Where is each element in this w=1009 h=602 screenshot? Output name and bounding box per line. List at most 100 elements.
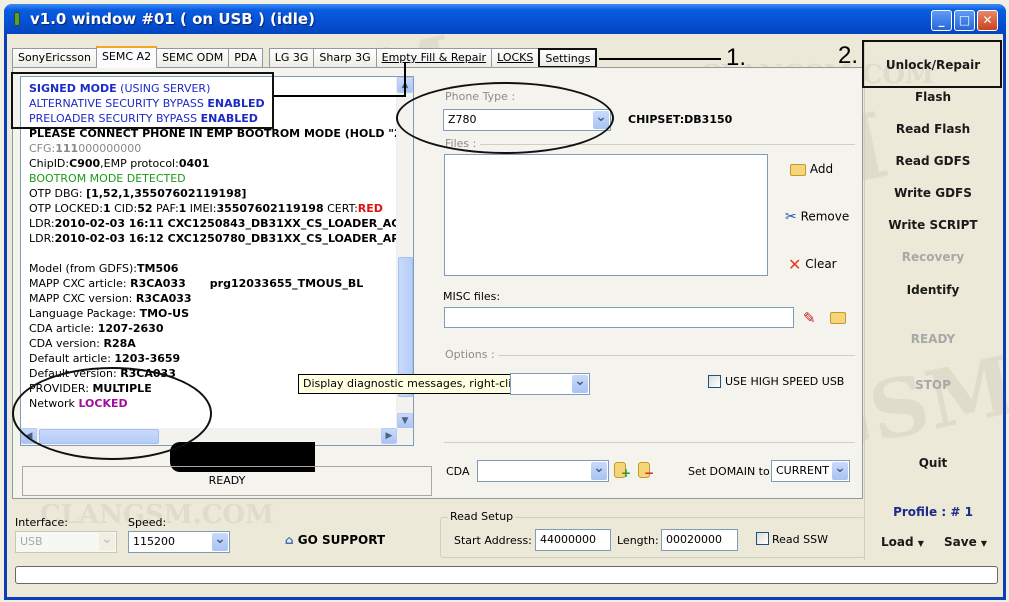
interface-value: USB: [20, 535, 43, 548]
chevron-down-icon[interactable]: [591, 462, 607, 480]
chipset-label: CHIPSET:DB3150: [628, 113, 733, 126]
stop-button[interactable]: STOP: [865, 378, 1001, 392]
scroll-down-button[interactable]: ▼: [397, 413, 413, 429]
log-text: CDA article:: [29, 322, 98, 335]
log-text: 0401: [178, 157, 210, 170]
tab-semc-a2[interactable]: SEMC A2: [95, 46, 158, 68]
log-text: prg12033655_TMOUS_BL: [209, 277, 364, 290]
maximize-button[interactable]: □: [954, 10, 975, 31]
log-text: 2010-02-03 16:11 CXC1250843_DB31XX_CS_LO…: [54, 217, 408, 230]
window-title: v1.0 window #01 ( on USB ) (idle): [30, 10, 315, 28]
highlight-box: [11, 72, 274, 129]
log-text: Model (from GDFS):: [29, 262, 138, 275]
interface-label: Interface:: [15, 516, 68, 529]
clear-label: Clear: [805, 257, 837, 271]
pencil-icon[interactable]: ✎: [803, 309, 816, 327]
home-icon: ⌂: [285, 533, 294, 547]
write-gdfs-button[interactable]: Write GDFS: [865, 186, 1001, 200]
log-text: 52: [137, 202, 153, 215]
start-address-input[interactable]: 44000000: [535, 529, 611, 551]
log-text: 000000000: [78, 142, 142, 155]
log-text: 111: [55, 142, 79, 155]
high-speed-usb-label: USE HIGH SPEED USB: [725, 375, 845, 388]
log-text: R28A: [103, 337, 136, 350]
log-text: ChipID:: [29, 157, 70, 170]
high-speed-usb-checkbox[interactable]: [708, 375, 721, 388]
log-text: TMO-US: [139, 307, 190, 320]
minimize-button[interactable]: _: [931, 10, 952, 31]
log-text: 1203-3659: [114, 352, 181, 365]
log-text: 2010-02-03 16:12 CXC1250780_DB31XX_CS_LO…: [54, 232, 408, 245]
cda-select[interactable]: [477, 460, 609, 482]
dropdown-arrow-icon: ▼: [917, 539, 924, 548]
log-text: TM506: [137, 262, 179, 275]
options-select[interactable]: [510, 373, 590, 395]
tab-sharp-3g[interactable]: Sharp 3G: [313, 48, 377, 68]
remove-cda-icon[interactable]: −: [638, 462, 654, 480]
log-text: [1,52,1,35507602119198]: [86, 187, 247, 200]
tab-settings[interactable]: Settings: [538, 48, 598, 68]
clear-files-button[interactable]: ✕ Clear: [788, 255, 837, 274]
chevron-down-icon[interactable]: [572, 375, 588, 393]
read-ssw-label: Read SSW: [772, 533, 828, 546]
log-text: 35507602119198: [216, 202, 324, 215]
annotation-label-1: 1.: [726, 44, 747, 71]
annotation-line: [404, 62, 406, 96]
dropdown-arrow-icon: ▼: [980, 539, 988, 548]
load-label: Load: [881, 535, 914, 549]
log-text: Language Package:: [29, 307, 140, 320]
tab-sonyericsson[interactable]: SonyEricsson: [12, 48, 97, 68]
annotation-line: [274, 95, 406, 97]
flash-button[interactable]: Flash: [865, 90, 1001, 104]
close-button[interactable]: ✕: [977, 10, 998, 31]
misc-files-input[interactable]: [444, 307, 794, 328]
add-cda-icon[interactable]: +: [614, 462, 631, 480]
tab-empty-fill-repair[interactable]: Empty Fill & Repair: [375, 48, 493, 68]
chevron-down-icon[interactable]: [99, 533, 115, 551]
set-domain-select[interactable]: CURRENT: [771, 460, 850, 482]
speed-value: 115200: [133, 535, 175, 548]
save-label: Save: [944, 535, 977, 549]
files-list[interactable]: [444, 154, 768, 276]
tab-semc-odm[interactable]: SEMC ODM: [156, 48, 230, 68]
log-text: OTP LOCKED:: [29, 202, 103, 215]
tab-pda[interactable]: PDA: [228, 48, 263, 68]
scroll-right-button[interactable]: ▶: [381, 428, 397, 444]
length-input[interactable]: 00020000: [661, 529, 738, 551]
write-script-button[interactable]: Write SCRIPT: [865, 218, 1001, 232]
log-text: RED: [357, 202, 383, 215]
log-text: R3CA033: [135, 292, 192, 305]
log-text: LDR:: [29, 217, 55, 230]
log-text: MAPP CXC version:: [29, 292, 136, 305]
speed-select[interactable]: 115200: [128, 531, 230, 553]
log-text: MAPP CXC article:: [29, 277, 131, 290]
log-text: 1: [102, 202, 111, 215]
annotation-label-2: 2.: [838, 42, 859, 69]
identify-button[interactable]: Identify: [865, 283, 1001, 297]
tab-locks[interactable]: LOCKS: [491, 48, 540, 68]
load-profile-button[interactable]: Load ▼: [881, 535, 931, 549]
save-profile-button[interactable]: Save ▼: [944, 535, 1000, 549]
quit-button[interactable]: Quit: [865, 456, 1001, 470]
read-gdfs-button[interactable]: Read GDFS: [865, 154, 1001, 168]
chevron-down-icon[interactable]: [832, 462, 848, 480]
highlight-box: [862, 40, 1002, 88]
go-support-label: GO SUPPORT: [297, 533, 386, 547]
remove-file-button[interactable]: ✂ Remove: [785, 209, 849, 225]
length-label: Length:: [617, 534, 659, 547]
ready-button[interactable]: READY: [865, 332, 1001, 346]
chevron-down-icon[interactable]: [212, 533, 228, 551]
interface-select[interactable]: USB: [15, 531, 117, 553]
folder-icon[interactable]: [830, 312, 846, 324]
progress-bar: [15, 566, 998, 584]
set-domain-value: CURRENT: [776, 464, 829, 477]
go-support-button[interactable]: ⌂ GO SUPPORT: [285, 533, 385, 547]
tab-lg-3g[interactable]: LG 3G: [268, 48, 315, 68]
add-file-button[interactable]: Add: [790, 162, 833, 176]
title-bar[interactable]: v1.0 window #01 ( on USB ) (idle) _ □ ✕: [4, 4, 1006, 34]
recovery-button[interactable]: Recovery: [865, 250, 1001, 264]
read-ssw-checkbox[interactable]: [756, 532, 769, 545]
log-text: Default article:: [29, 352, 115, 365]
log-text: LDR:: [29, 232, 55, 245]
read-flash-button[interactable]: Read Flash: [865, 122, 1001, 136]
